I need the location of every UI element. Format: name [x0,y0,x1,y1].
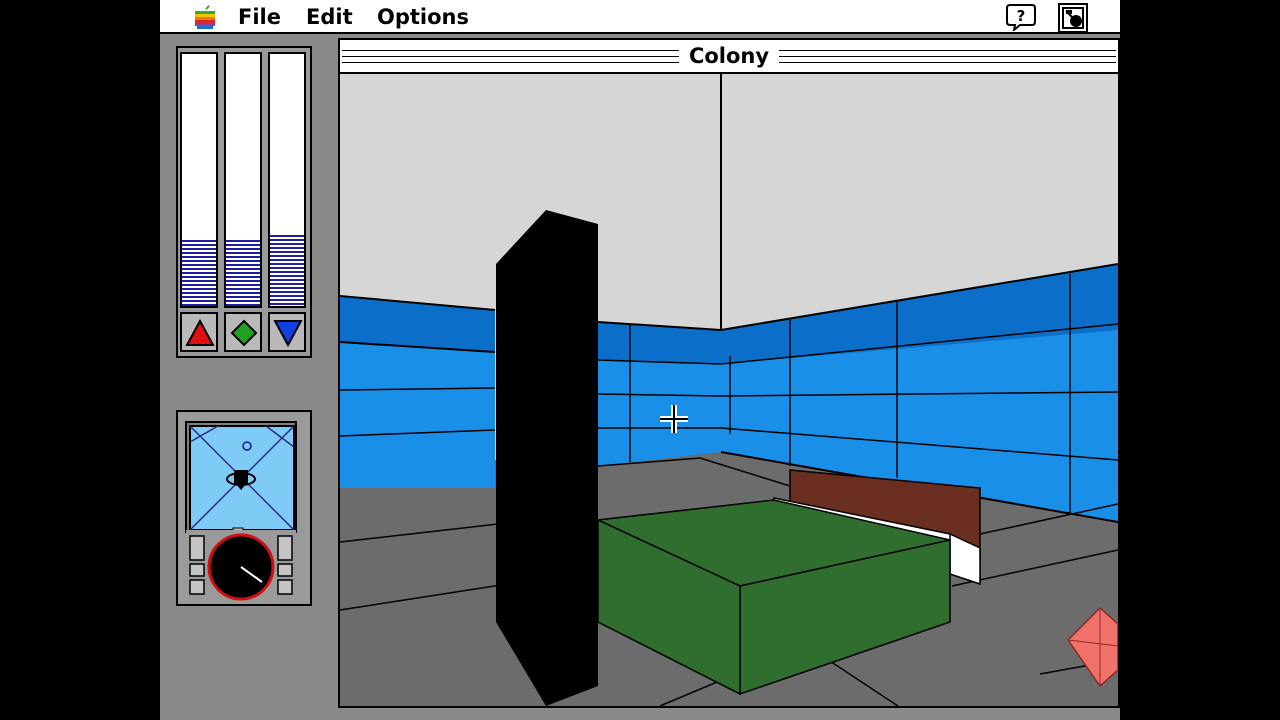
mac-screen: File Edit Options ? Colony [160,0,1120,720]
help-balloon-icon[interactable]: ? [1006,3,1036,31]
left-wall [340,295,496,488]
power-gauge-2 [224,52,262,308]
green-diamond-icon [230,319,258,347]
letterbox-right [1120,0,1280,720]
black-pillar [496,210,598,706]
power-button-red[interactable] [180,312,218,352]
power-button-green[interactable] [224,312,262,352]
window-title: Colony [678,43,780,69]
blue-triangle-down-icon [273,320,303,348]
game-viewport[interactable] [340,74,1118,706]
menu-edit[interactable]: Edit [306,4,353,30]
apple-icon[interactable] [194,4,216,30]
svg-text:?: ? [1017,7,1026,25]
power-gauge-2-fill [226,240,260,306]
menu-file[interactable]: File [238,4,281,30]
radar-compass-panel [176,410,312,606]
window-title-bar[interactable]: Colony [340,40,1118,74]
menu-bar: File Edit Options ? [160,0,1120,34]
power-gauge-3-fill [270,235,304,306]
power-gauge-1-fill [182,240,216,306]
compass-dial [186,530,296,601]
red-triangle-up-icon [185,318,215,346]
menu-options[interactable]: Options [377,4,469,30]
center-wall [597,321,722,466]
power-gauge-1 [180,52,218,308]
power-button-blue[interactable] [268,312,306,352]
application-icon[interactable] [1058,3,1088,33]
colony-window: Colony [338,38,1120,708]
power-gauge-3 [268,52,306,308]
crosshair-icon [660,405,688,433]
power-gauge-panel [176,46,312,358]
